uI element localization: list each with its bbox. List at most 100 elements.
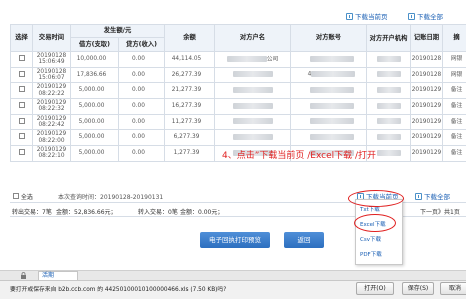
debit-cell: 10,000.00	[70, 51, 119, 68]
pager[interactable]: 下一页》共1页	[420, 207, 460, 216]
row-select[interactable]	[10, 98, 33, 115]
balance-cell: 26,277.39	[164, 66, 215, 84]
redacted-name	[232, 118, 273, 125]
download-icon	[415, 193, 422, 200]
col-credit: 贷方(收入)	[118, 37, 165, 52]
row-select[interactable]	[10, 82, 33, 100]
download-prompt: 要打开或保存来自 b2b.ccb.com 的 44250100010100000…	[10, 287, 227, 293]
row-select[interactable]	[10, 113, 33, 131]
memo-cell: 备注	[442, 82, 466, 100]
counter-account-cell	[290, 98, 367, 115]
select-all-checkbox[interactable]	[13, 193, 19, 199]
record-date-cell: 20190129	[410, 113, 443, 131]
save-file-button[interactable]: 保存(S)	[402, 282, 434, 295]
highlight-excel-download	[354, 214, 396, 232]
out-amount: 金额：52,836.66元；	[56, 209, 117, 216]
download-all-link[interactable]: 下载全部	[408, 11, 443, 21]
in-count: 转入交易：0笔	[138, 209, 178, 216]
table-row[interactable]: 20190128 15:06:49 10,000.00 0.00 44,114.05 公司…	[10, 51, 466, 68]
footer-download-all-link[interactable]: 下载全部	[415, 191, 450, 201]
counter-bank-cell	[366, 113, 411, 131]
table-row[interactable]: 20190129 08:22:42 5,000.00 0.00 11,277.39 201…	[10, 113, 466, 131]
menu-csv-download[interactable]: Csv下载	[360, 235, 381, 243]
row-checkbox[interactable]	[18, 117, 25, 124]
col-counter-name: 对方户名	[214, 24, 291, 52]
row-checkbox[interactable]	[18, 86, 25, 93]
credit-cell: 0.00	[118, 82, 165, 100]
memo-cell: 网银	[442, 51, 466, 68]
record-date-cell: 20190129	[410, 129, 443, 147]
table-row[interactable]: 20190128 15:06:07 17,836.66 0.00 26,277.39 4 2…	[10, 66, 466, 84]
redacted-name	[226, 55, 267, 62]
menu-pdf-download[interactable]: PDF下载	[360, 250, 382, 258]
col-amount-group: 发生额/元	[70, 24, 165, 38]
row-checkbox[interactable]	[18, 54, 25, 61]
memo-cell: 网银	[442, 66, 466, 84]
row-checkbox[interactable]	[18, 101, 25, 108]
query-range: 本次查询时间：20190128-20190131	[58, 194, 164, 201]
redacted-bank	[376, 118, 401, 125]
top-download-links: 下载当前页 下载全部	[346, 8, 466, 22]
balance-cell: 1,277.39	[164, 145, 215, 162]
redacted-account	[311, 71, 356, 78]
row-select[interactable]	[10, 129, 33, 147]
redacted-bank	[376, 102, 401, 109]
credit-cell: 0.00	[118, 98, 165, 115]
record-date-cell: 20190128	[410, 66, 443, 84]
credit-cell: 0.00	[118, 129, 165, 147]
redacted-name	[232, 86, 273, 93]
row-checkbox[interactable]	[18, 70, 25, 77]
txn-time-cell: 20190128 15:06:49	[32, 51, 71, 68]
col-counter-bank: 对方开户机构	[366, 24, 411, 52]
transaction-table: 选择 交易时间 发生额/元 余额 对方户名 对方账号 对方开户机构 记账日期 摘…	[10, 24, 466, 162]
counter-bank-cell	[366, 82, 411, 100]
txn-time-cell: 20190128 15:06:07	[32, 66, 71, 84]
download-current-page-link[interactable]: 下载当前页	[346, 11, 388, 21]
redacted-account	[309, 118, 354, 125]
table-row[interactable]: 20190129 08:22:00 5,000.00 0.00 6,277.39 2019…	[10, 129, 466, 147]
redacted-name	[232, 71, 273, 78]
debit-cell: 5,000.00	[70, 98, 119, 115]
row-checkbox[interactable]	[18, 148, 25, 155]
counter-bank-cell	[366, 129, 411, 147]
print-preview-button[interactable]: 电子回执打印预览	[200, 232, 270, 248]
credit-cell: 0.00	[118, 66, 165, 84]
tab-current-account[interactable]: 活期	[38, 271, 78, 280]
open-file-button[interactable]: 打开(O)	[356, 282, 394, 295]
record-date-cell: 20190129	[410, 98, 443, 115]
redacted-bank	[376, 134, 401, 141]
counter-account-cell: 4	[290, 66, 367, 84]
counter-bank-cell	[366, 66, 411, 84]
table-row[interactable]: 20190129 08:22:22 5,000.00 0.00 21,277.39 201…	[10, 82, 466, 100]
col-select: 选择	[10, 24, 33, 52]
row-select[interactable]	[10, 66, 33, 84]
balance-cell: 21,277.39	[164, 82, 215, 100]
counter-name-cell	[214, 98, 291, 115]
counter-name-cell: 公司	[214, 51, 291, 68]
row-checkbox[interactable]	[18, 133, 25, 140]
counter-account-cell	[290, 113, 367, 131]
txn-time-cell: 20190129 08:22:00	[32, 129, 71, 147]
memo-cell: 备注	[442, 98, 466, 115]
row-select[interactable]	[10, 51, 33, 68]
redacted-bank	[376, 55, 401, 62]
counter-name-cell	[214, 129, 291, 147]
debit-cell: 17,836.66	[70, 66, 119, 84]
out-count: 转出交易：7笔	[12, 209, 52, 216]
download-icon	[346, 13, 353, 20]
record-date-cell: 20190129	[410, 82, 443, 100]
txn-time-cell: 20190129 08:22:10	[32, 145, 71, 162]
record-date-cell: 20190129	[410, 145, 443, 162]
back-button[interactable]: 返回	[284, 232, 324, 248]
balance-cell: 44,114.05	[164, 51, 215, 68]
row-select[interactable]	[10, 145, 33, 162]
counter-name-cell	[214, 66, 291, 84]
memo-cell: 备注	[442, 113, 466, 131]
cancel-download-button[interactable]: 取消	[440, 282, 466, 295]
select-all[interactable]: 全选	[13, 192, 33, 201]
memo-cell: 备注	[442, 145, 466, 162]
table-row[interactable]: 20190129 08:22:32 5,000.00 0.00 16,277.39 201…	[10, 98, 466, 115]
txn-time-cell: 20190129 08:22:42	[32, 113, 71, 131]
col-counter-account: 对方账号	[290, 24, 367, 52]
redacted-account	[309, 102, 354, 109]
